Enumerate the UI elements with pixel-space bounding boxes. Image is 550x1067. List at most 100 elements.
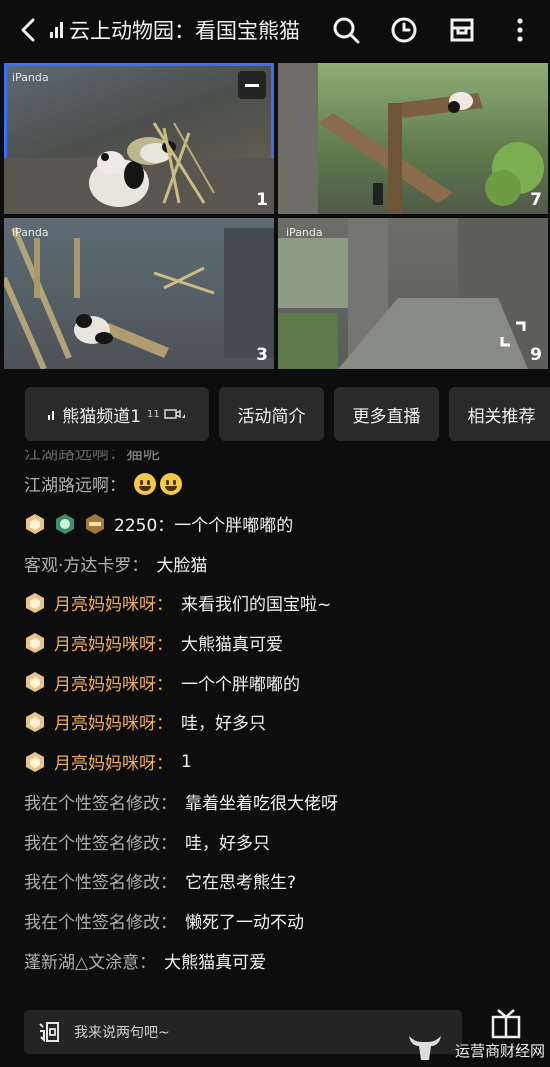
camera-feed-7[interactable]: 7 [278, 63, 548, 214]
hexagon-badge-icon [24, 711, 46, 733]
chat-username[interactable]: 月亮妈妈咪呀 [54, 630, 156, 655]
chat-username[interactable]: 月亮妈妈咪呀 [54, 670, 156, 695]
chat-username[interactable]: 我在个性签名修改 [24, 868, 160, 893]
page-title: 云上动物园：看国宝熊猫 [50, 15, 300, 45]
tab-related[interactable]: 相关推荐 [449, 387, 550, 441]
chat-username[interactable]: 客观·方达卡罗 [24, 551, 131, 576]
history-clock-icon[interactable] [384, 10, 424, 50]
smile-emoji-icon [134, 472, 156, 495]
chat-message: 江湖路远啊： [24, 464, 534, 504]
more-icon[interactable] [500, 10, 540, 50]
chat-text: 1 [181, 751, 192, 772]
panda-scene-image [4, 122, 274, 214]
hexagon-badge-icon [24, 592, 46, 614]
chat-username[interactable]: 我在个性签名修改 [24, 829, 160, 854]
comment-placeholder: 我来说两句吧~ [74, 1025, 170, 1041]
chat-username[interactable]: 我在个性签名修改 [24, 789, 160, 814]
minimize-button[interactable] [238, 71, 266, 99]
search-icon[interactable] [326, 10, 366, 50]
panda-scene-image [4, 226, 274, 369]
chat-text: 它在思考熊生? [185, 873, 297, 894]
chat-separator: ： [131, 555, 149, 576]
chat-message-truncated: 江湖路远啊： 猫呢 [24, 450, 534, 464]
watermark-logo: 运营商财经网 [405, 1028, 550, 1067]
camera-feed-9[interactable]: iPanda 9 [278, 218, 548, 369]
tab-label: 活动简介 [237, 406, 306, 427]
hexagon-badge-icon [24, 513, 46, 535]
chat-list: 江湖路远啊： 猫呢 江湖路远啊： 2250：一个个胖嘟嘟的 客观·方达卡罗：大脸猫月… [24, 450, 534, 980]
gold-badge-icon [84, 513, 106, 535]
back-arrow-icon[interactable] [6, 0, 50, 60]
smile-emoji-icon [160, 472, 182, 495]
chat-separator: ： [160, 793, 177, 814]
camera-feed-1[interactable]: iPanda 1 [4, 63, 274, 214]
top-bar: 云上动物园：看国宝熊猫 [0, 0, 550, 60]
camera-watermark: iPanda [12, 226, 49, 239]
camera-count: 11 [147, 408, 160, 420]
comment-input[interactable]: 我来说两句吧~ [24, 1010, 462, 1054]
chat-message: 月亮妈妈咪呀： 哇，好多只 [24, 702, 534, 742]
chat-username[interactable]: 我在个性签名修改 [24, 908, 160, 933]
chat-message: 月亮妈妈咪呀： 1 [24, 742, 534, 782]
chat-message: 我在个性签名修改： 哇，好多只 [24, 821, 534, 861]
fullscreen-icon[interactable] [500, 321, 526, 351]
camera-watermark: iPanda [12, 71, 49, 84]
tab-activity-intro[interactable]: 活动简介 [219, 387, 324, 441]
chat-text: 大熊猫真可爱 [181, 635, 283, 656]
chat-username[interactable]: 月亮妈妈咪呀 [54, 749, 156, 774]
tab-more-live[interactable]: 更多直播 [334, 387, 439, 441]
camera-feed-3[interactable]: iPanda 3 [4, 218, 274, 369]
chat-message: 月亮妈妈咪呀： 一个个胖嘟嘟的 [24, 662, 534, 702]
chat-message: 2250：一个个胖嘟嘟的 [24, 504, 534, 544]
camera-icon [164, 408, 186, 420]
chat-separator: ： [160, 873, 177, 894]
inbox-icon[interactable] [442, 10, 482, 50]
camera-watermark: iPanda [286, 226, 323, 239]
live-signal-icon [48, 408, 55, 420]
chat-message: 月亮妈妈咪呀： 来看我们的国宝啦~ [24, 583, 534, 623]
chat-separator: ： [156, 674, 173, 695]
chat-username[interactable]: 蓬新湖△文涂意 [24, 948, 139, 973]
chat-message: 我在个性签名修改： 懒死了一动不动 [24, 901, 534, 941]
chat-message: 客观·方达卡罗： 大脸猫 [24, 543, 534, 583]
tab-label: 更多直播 [352, 406, 421, 427]
chat-username[interactable]: 江湖路远啊 [24, 471, 109, 496]
page-title-text: 云上动物园：看国宝熊猫 [69, 19, 300, 43]
chat-username[interactable]: 月亮妈妈咪呀 [54, 590, 156, 615]
chat-text: 来看我们的国宝啦~ [181, 595, 332, 616]
chat-separator: ： [160, 833, 177, 854]
camera-number: 1 [256, 190, 268, 210]
panda-scene-image [278, 63, 544, 214]
chat-username[interactable]: 月亮妈妈咪呀 [54, 709, 156, 734]
chat-text: 靠着坐着吃很大佬呀 [185, 793, 338, 814]
camera-number: 3 [256, 345, 268, 365]
live-signal-icon [50, 22, 63, 38]
chat-text: 2250：一个个胖嘟嘟的 [114, 516, 294, 537]
chat-text: 懒死了一动不动 [185, 912, 304, 933]
green-badge-icon [54, 513, 76, 535]
watermark-text: 运营商财经网 [455, 1042, 546, 1060]
tab-label: 相关推荐 [467, 406, 536, 427]
chat-message: 月亮妈妈咪呀： 大熊猫真可爱 [24, 623, 534, 663]
hexagon-badge-icon [24, 632, 46, 654]
chat-text: 大脸猫 [156, 555, 208, 576]
chat-message: 我在个性签名修改： 靠着坐着吃很大佬呀 [24, 782, 534, 822]
camera-number: 7 [530, 190, 542, 210]
chat-username: 江湖路远啊： [24, 450, 126, 464]
word-icon[interactable] [24, 1020, 74, 1044]
hexagon-badge-icon [24, 751, 46, 773]
chat-message: 蓬新湖△文涂意： 大熊猫真可爱 [24, 940, 534, 980]
chat-separator: ： [156, 635, 173, 656]
tab-panda-channel[interactable]: 熊猫频道1 11 [25, 387, 209, 441]
chat-separator: ： [160, 912, 177, 933]
chat-separator: ： [156, 714, 173, 735]
chat-separator: ： [109, 476, 126, 497]
chat-message: 我在个性签名修改： 它在思考熊生? [24, 861, 534, 901]
chat-text: 大熊猫真可爱 [164, 952, 267, 973]
chat-text: 哇，好多只 [181, 714, 266, 735]
camera-grid: iPanda 1 7 iPanda 3 iPanda 9 [4, 63, 548, 371]
chat-separator: ： [156, 754, 173, 775]
hexagon-badge-icon [24, 671, 46, 693]
chat-text: 一个个胖嘟嘟的 [181, 674, 300, 695]
channel-tabs: 熊猫频道1 11 活动简介 更多直播 相关推荐 [25, 387, 550, 441]
